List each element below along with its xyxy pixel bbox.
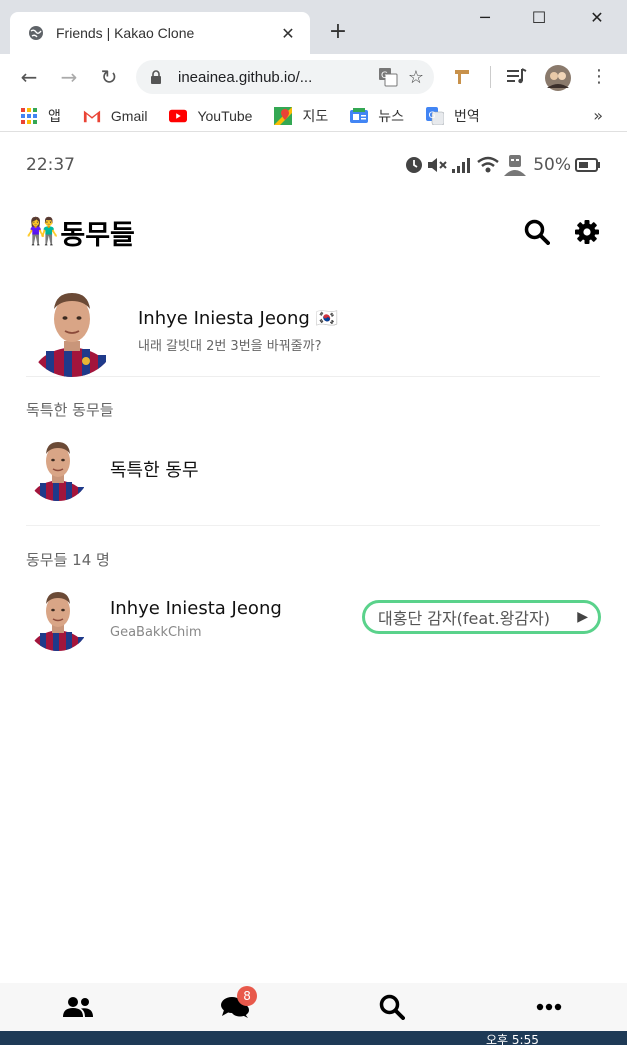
window-close-icon[interactable]: ✕ — [582, 8, 612, 27]
friend-music-pill[interactable]: 대홍단 감자(feat.왕감자) ▶ — [362, 600, 601, 634]
music-title: 대홍단 감자(feat.왕감자) — [378, 609, 550, 628]
page-title-wrap: 👫 동무들 — [26, 213, 501, 252]
ellipsis-icon — [536, 1003, 561, 1011]
bookmark-label: Gmail — [110, 107, 148, 124]
url-text: ineainea.github.io/... — [178, 68, 313, 86]
tab-title: Friends | Kakao Clone — [56, 25, 195, 41]
bookmark-gmail[interactable]: Gmail — [83, 107, 148, 125]
gear-icon — [575, 220, 599, 244]
bookmarks-bar: 앱 Gmail YouTube 지도 뉴스 G 번역 » — [0, 100, 627, 132]
bottom-tab-bar: 8 — [0, 983, 627, 1031]
signal-icon — [452, 158, 471, 173]
browser-chrome: Friends | Kakao Clone ✕ + ─ ☐ ✕ ← → ↻ in… — [0, 0, 627, 140]
youtube-icon — [169, 109, 188, 122]
avatar — [26, 437, 90, 501]
unread-badge: 8 — [237, 986, 258, 1006]
friend-name: Inhye Iniesta Jeong — [110, 598, 282, 619]
my-status-message: 내래 갈빗대 2번 3번을 바꿔줄까? — [138, 338, 322, 354]
tab-friends[interactable] — [58, 992, 98, 1022]
bookmark-translate[interactable]: G 번역 — [426, 106, 480, 126]
avatar — [26, 587, 90, 651]
wifi-icon — [477, 156, 499, 173]
search-icon — [379, 994, 405, 1020]
os-taskbar: 오후 5:55 — [0, 1031, 627, 1047]
unique-friends-label: 독특한 동무들 — [26, 401, 114, 419]
menu-kebab-icon[interactable]: ⋮ — [586, 65, 612, 89]
section-divider — [26, 525, 600, 526]
friends-count-label: 동무들 14 명 — [26, 551, 110, 569]
my-avatar — [26, 284, 118, 377]
translate-icon: G — [426, 106, 444, 125]
toolbar-separator — [490, 66, 491, 88]
my-name: Inhye Iniesta Jeong 🇰🇷 — [138, 307, 338, 329]
bookmark-maps[interactable]: 지도 — [274, 106, 328, 126]
news-icon — [350, 107, 369, 123]
apps-icon — [21, 107, 37, 124]
settings-button[interactable] — [573, 218, 601, 246]
mute-icon — [428, 158, 447, 172]
status-time: 22:37 — [26, 155, 75, 175]
battery-icon — [575, 158, 600, 172]
browser-tab[interactable]: Friends | Kakao Clone ✕ — [10, 12, 310, 54]
gmail-icon — [83, 110, 100, 122]
phone-status-bar: 22:37 50% — [0, 140, 627, 190]
forward-icon[interactable]: → — [56, 65, 82, 89]
profile-avatar-icon[interactable] — [544, 64, 572, 92]
my-profile-text: Inhye Iniesta Jeong 🇰🇷 내래 갈빗대 2번 3번을 바꿔줄… — [138, 308, 338, 354]
people-emoji-icon: 👫 — [26, 217, 59, 247]
minimize-icon[interactable]: ─ — [470, 8, 500, 27]
reload-icon[interactable]: ↻ — [96, 65, 122, 89]
bookmark-star-icon[interactable]: ☆ — [408, 67, 424, 88]
bookmark-news[interactable]: 뉴스 — [350, 106, 404, 126]
bookmark-label: 뉴스 — [378, 107, 404, 124]
taskbar-clock: 오후 5:55 — [486, 1033, 539, 1047]
tab-strip: Friends | Kakao Clone ✕ + ─ ☐ ✕ — [0, 0, 627, 54]
tab-search[interactable] — [372, 992, 412, 1022]
tab-more[interactable] — [529, 992, 569, 1022]
bookmark-label: 지도 — [302, 107, 329, 124]
page-title: 동무들 — [60, 219, 135, 251]
media-control-icon[interactable] — [506, 66, 528, 86]
maximize-icon[interactable]: ☐ — [524, 8, 554, 27]
lock-icon — [151, 70, 161, 84]
status-icons: 50% — [405, 154, 601, 176]
friends-header: 👫 동무들 — [0, 205, 627, 259]
tab-chats[interactable]: 8 — [215, 986, 258, 1022]
bookmark-label: YouTube — [197, 107, 253, 124]
maps-icon — [274, 106, 293, 125]
bookmark-apps[interactable]: 앱 — [20, 106, 61, 126]
globe-icon — [29, 26, 43, 40]
battery-percent: 50% — [533, 155, 571, 175]
friend-text: Inhye Iniesta Jeong GeaBakkChim — [110, 598, 282, 640]
alarm-icon — [406, 157, 423, 173]
close-tab-icon[interactable]: ✕ — [278, 24, 298, 43]
bookmark-youtube[interactable]: YouTube — [169, 107, 252, 125]
users-icon — [63, 997, 94, 1017]
my-profile-row[interactable]: Inhye Iniesta Jeong 🇰🇷 내래 갈빗대 2번 3번을 바꿔줄… — [26, 284, 600, 377]
search-icon — [524, 219, 550, 245]
bookmarks-overflow-icon[interactable]: » — [593, 106, 603, 125]
profile-status-icon — [504, 155, 527, 176]
svg-text:G: G — [381, 71, 388, 81]
address-bar[interactable]: ineainea.github.io/... G ☆ — [136, 60, 434, 94]
svg-text:G: G — [429, 111, 436, 121]
extension-icon[interactable] — [452, 66, 472, 86]
bookmark-label: 번역 — [454, 107, 480, 124]
play-icon: ▶ — [577, 609, 588, 625]
unique-friend-name: 독특한 동무 — [110, 460, 199, 481]
unique-friend-row[interactable]: 독특한 동무 — [26, 437, 600, 501]
translate-page-icon[interactable]: G — [378, 67, 398, 87]
back-icon[interactable]: ← — [16, 65, 42, 89]
search-button[interactable] — [523, 218, 551, 246]
friend-status-message: GeaBakkChim — [110, 625, 202, 640]
bookmark-label: 앱 — [48, 107, 61, 124]
browser-toolbar: ← → ↻ ineainea.github.io/... G ☆ ⋮ — [0, 54, 627, 100]
new-tab-icon[interactable]: + — [326, 20, 350, 44]
